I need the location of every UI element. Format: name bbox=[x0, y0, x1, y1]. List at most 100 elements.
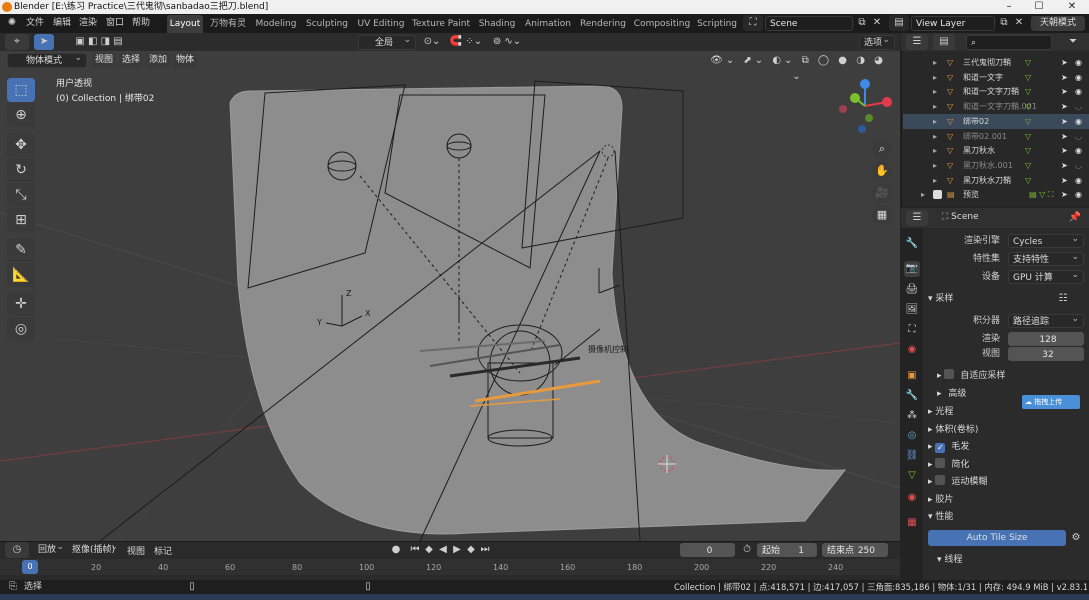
data-tab-icon[interactable]: ▽ bbox=[904, 468, 920, 484]
outliner-row[interactable]: ▸ ▽ 绑带02.001 ▽ ➤ ◡ bbox=[903, 129, 1089, 144]
camera-view-icon[interactable]: 🎥 bbox=[872, 183, 892, 203]
collection-checkbox[interactable] bbox=[933, 190, 942, 200]
prev-keyframe-icon[interactable]: ◆ bbox=[422, 542, 436, 558]
expand-arrow-icon[interactable]: ▸ bbox=[933, 143, 937, 158]
outliner-row[interactable]: ▸ ▽ 黑刀秋水 ▽ ➤ ◉ bbox=[903, 143, 1089, 158]
tab-uv-editing[interactable]: UV Editing bbox=[355, 15, 407, 33]
maximize-button[interactable]: ☐ bbox=[1025, 0, 1053, 14]
properties-panel-header[interactable]: ▸ ✓ 毛发 bbox=[928, 439, 1088, 455]
visibility-eye-icon[interactable]: ◉ bbox=[1075, 55, 1082, 70]
threads-subpanel[interactable]: ▾ 线程 bbox=[937, 552, 1089, 568]
tab-texture-paint[interactable]: Texture Paint bbox=[411, 15, 471, 33]
navigation-gizmo[interactable] bbox=[835, 76, 895, 136]
pin-icon[interactable]: 📌 bbox=[1068, 210, 1082, 226]
playhead[interactable]: 0 bbox=[22, 560, 38, 574]
tab-compositing[interactable]: Compositing bbox=[633, 15, 691, 33]
outliner-row[interactable]: ▸ ▽ 绑带02 ▽ ➤ ◉ bbox=[903, 113, 1089, 129]
render-tab-icon[interactable]: 📷 bbox=[904, 261, 920, 277]
outliner-row-label[interactable]: 预览 bbox=[963, 187, 979, 202]
timeline-markers-menu[interactable]: 标记 bbox=[154, 544, 172, 557]
blender-menu-icon[interactable]: ✺ bbox=[5, 15, 19, 31]
view-layer-icon[interactable]: ▤ bbox=[889, 15, 909, 31]
render-engine-dropdown[interactable]: Cycles bbox=[1008, 232, 1084, 248]
properties-panel-header[interactable]: ▸ 光程 bbox=[928, 404, 1088, 420]
new-scene-icon[interactable]: ⧉ bbox=[855, 15, 869, 31]
perspective-toggle-icon[interactable]: ▦ bbox=[872, 205, 892, 225]
play-reverse-icon[interactable]: ◀ bbox=[436, 542, 450, 558]
delete-scene-icon[interactable]: ✕ bbox=[870, 15, 884, 31]
filter-icon[interactable]: ⏷ bbox=[1062, 34, 1084, 50]
menu-view[interactable]: 视图 bbox=[92, 53, 116, 68]
outliner-row-label[interactable]: 黑刀秋水 bbox=[963, 143, 995, 158]
options-dropdown[interactable]: 选项 bbox=[859, 33, 895, 50]
selectable-icon[interactable]: ➤ bbox=[1061, 99, 1068, 114]
menu-render[interactable]: 渲染 bbox=[79, 14, 97, 33]
visibility-eye-icon[interactable]: ◉ bbox=[1075, 70, 1082, 85]
select-mode-icons[interactable]: ▣ ◧ ◨ ▤ bbox=[62, 34, 136, 50]
expand-arrow-icon[interactable]: ▸ bbox=[921, 187, 925, 202]
menu-object[interactable]: 物体 bbox=[173, 53, 197, 68]
timeline-view-menu[interactable]: 视图 bbox=[127, 544, 145, 557]
snap-icon[interactable]: 🧲 ⁘⌄ bbox=[446, 34, 486, 50]
outliner-row-label[interactable]: 和道一文字刀鞘 bbox=[963, 84, 1019, 99]
physics-tab-icon[interactable]: ◎ bbox=[904, 428, 920, 444]
minimize-button[interactable]: – bbox=[995, 0, 1023, 14]
display-mode-icon[interactable]: ▤ bbox=[933, 34, 955, 50]
selectable-icon[interactable]: ➤ bbox=[1061, 114, 1068, 129]
expand-arrow-icon[interactable]: ▸ bbox=[933, 84, 937, 99]
particles-tab-icon[interactable]: ⁂ bbox=[904, 408, 920, 424]
delete-view-layer-icon[interactable]: ✕ bbox=[1012, 15, 1026, 31]
pan-hand-icon[interactable]: ✋ bbox=[872, 161, 892, 181]
outliner-row-label[interactable]: 绑带02.001 bbox=[963, 129, 1007, 144]
texture-tab-icon[interactable]: ▦ bbox=[904, 515, 920, 531]
measure-tool[interactable]: 📐 bbox=[7, 263, 35, 287]
expand-arrow-icon[interactable]: ▸ bbox=[933, 70, 937, 85]
add-cube-tool[interactable]: ✛ bbox=[7, 292, 35, 316]
expand-arrow-icon[interactable]: ▸ bbox=[933, 158, 937, 173]
scale-tool[interactable]: ⤡ bbox=[7, 183, 35, 207]
visibility-eye-icon[interactable]: ◡ bbox=[1075, 158, 1082, 173]
outliner-row[interactable]: ▸ ▤ 预览 ▤ ▽ ⛶ ➤ ◉ bbox=[903, 187, 1089, 202]
rotate-tool[interactable]: ↻ bbox=[7, 158, 35, 182]
menu-add[interactable]: 添加 bbox=[146, 53, 170, 68]
mode-dropdown[interactable]: 物体模式 bbox=[7, 51, 87, 68]
menu-edit[interactable]: 编辑 bbox=[53, 14, 71, 33]
properties-panel-header[interactable]: ▸ 胶片 bbox=[928, 492, 1088, 508]
tab-modeling[interactable]: Modeling bbox=[253, 15, 299, 33]
3d-viewport[interactable]: 用户透视 (0) Collection | 绑带02 摄像机控制 Z Y X bbox=[0, 33, 900, 541]
outliner-row-label[interactable]: 三代鬼彻刀鞘 bbox=[963, 55, 1011, 70]
editor-type-icon[interactable]: ⌖ bbox=[5, 34, 29, 50]
tool-tab-icon[interactable]: 🔧 bbox=[904, 236, 920, 252]
selectable-icon[interactable]: ➤ bbox=[1061, 84, 1068, 99]
menu-help[interactable]: 帮助 bbox=[132, 14, 150, 33]
outliner-row-label[interactable]: 黑刀秋水刀鞘 bbox=[963, 173, 1011, 188]
expand-arrow-icon[interactable]: ▸ bbox=[933, 173, 937, 188]
modifier-tab-icon[interactable]: 🔧 bbox=[904, 388, 920, 404]
jump-end-icon[interactable]: ⏭ bbox=[478, 542, 492, 558]
keying-dropdown[interactable]: 抠像(插帧) bbox=[68, 540, 122, 557]
outliner-editor-type-icon[interactable]: ☰ bbox=[906, 34, 928, 50]
object-tab-icon[interactable]: ▣ bbox=[904, 368, 920, 384]
outliner-search-input[interactable]: ⌕ bbox=[966, 35, 1052, 50]
view-layer-selector[interactable]: View Layer bbox=[911, 16, 995, 31]
adaptive-sampling-subpanel[interactable]: ▸ 自适应采样 bbox=[937, 368, 1089, 384]
visibility-eye-icon[interactable]: ◉ bbox=[1075, 143, 1082, 158]
presets-list-icon[interactable]: ☷ bbox=[1056, 291, 1070, 307]
panel-checkbox[interactable] bbox=[935, 475, 946, 485]
proportional-edit-icon[interactable]: ⊚ ∿⌄ bbox=[489, 34, 525, 50]
visibility-eye-icon[interactable]: ◉ bbox=[1075, 84, 1082, 99]
properties-panel-header[interactable]: ▸ 简化 bbox=[928, 457, 1088, 473]
outliner-row[interactable]: ▸ ▽ 和道一文字 ▽ ➤ ◉ bbox=[903, 70, 1089, 85]
playback-dropdown[interactable]: 回放 bbox=[34, 540, 68, 557]
scene-selector[interactable]: Scene bbox=[765, 16, 853, 31]
properties-panel-header[interactable]: ▸ 运动模糊 bbox=[928, 474, 1088, 490]
tab-wanwu[interactable]: 万物有灵 bbox=[207, 15, 249, 33]
visibility-eye-icon[interactable]: ◉ bbox=[1075, 187, 1082, 202]
select-tool-icon[interactable]: ➤ bbox=[34, 34, 54, 50]
integrator-dropdown[interactable]: 路径追踪 bbox=[1008, 312, 1084, 328]
viewport-overlays-icons[interactable]: 👁⌄ ⬈⌄ ◐⌄ ⧉ ◯ ● ◑ ◕ ⌄ bbox=[703, 53, 893, 82]
selectable-icon[interactable]: ➤ bbox=[1061, 158, 1068, 173]
scene-icon[interactable]: ⛶ bbox=[743, 15, 763, 31]
next-keyframe-icon[interactable]: ◆ bbox=[464, 542, 478, 558]
outliner-row-label[interactable]: 绑带02 bbox=[963, 114, 989, 129]
